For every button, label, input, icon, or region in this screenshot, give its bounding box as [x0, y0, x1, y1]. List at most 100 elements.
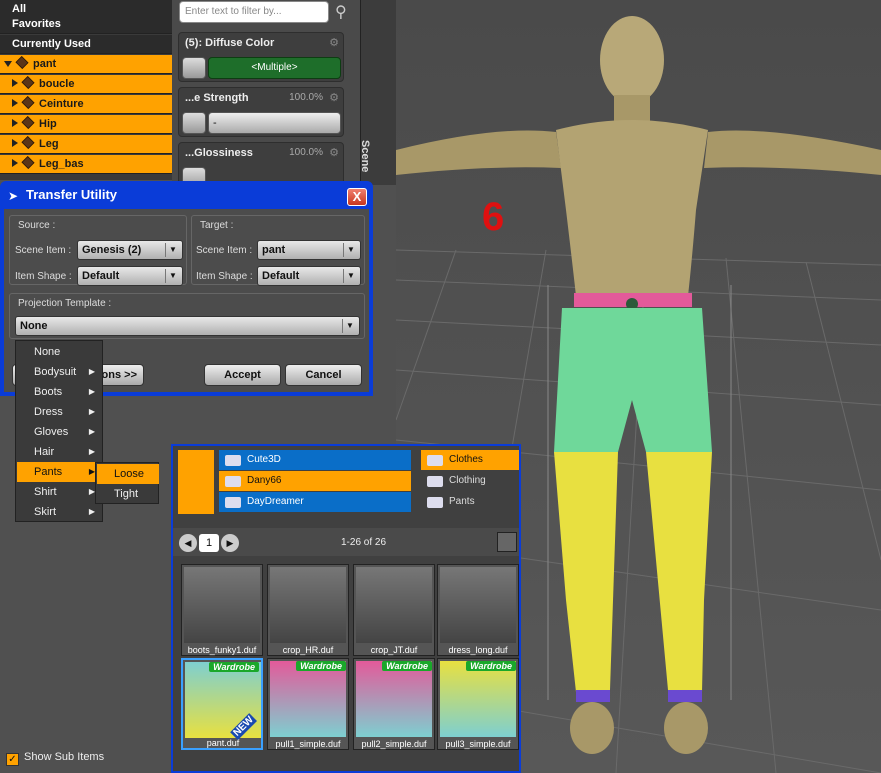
target-label: Target :	[200, 220, 234, 231]
folder-pants[interactable]: Pants	[421, 492, 519, 512]
folder-icon	[225, 455, 241, 466]
thumb-dress-long[interactable]: dress_long.duf	[437, 564, 519, 656]
map-button[interactable]	[182, 112, 206, 134]
accept-button[interactable]: Accept	[204, 364, 281, 386]
thumb-pull1-simple[interactable]: Wardrobe pull1_simple.duf	[267, 658, 349, 750]
expand-icon[interactable]	[12, 139, 18, 147]
expand-icon[interactable]	[4, 61, 12, 67]
source-label: Source :	[18, 220, 56, 231]
dialog-title: Transfer Utility	[26, 187, 118, 202]
bone-node-icon	[21, 135, 35, 150]
expand-icon[interactable]	[12, 99, 18, 107]
folder-icon	[225, 497, 241, 508]
folder-clothing[interactable]: Clothing	[421, 471, 519, 491]
source-item-shape-label: Item Shape :	[15, 271, 72, 282]
menu-item-pants[interactable]: Pants ▶	[17, 462, 103, 482]
pants-submenu: Loose Tight	[95, 462, 159, 504]
thumb-pull3-simple[interactable]: Wardrobe pull3_simple.duf	[437, 658, 519, 750]
annotation-number: 6	[482, 195, 505, 239]
bone-node-icon	[21, 95, 35, 110]
submenu-item-tight[interactable]: Tight	[97, 484, 159, 504]
menu-item-hair[interactable]: Hair ▶	[17, 442, 103, 462]
target-scene-item-select[interactable]: pant ▼	[257, 240, 361, 260]
page-range: 1-26 of 26	[341, 537, 387, 548]
scene-side-tab[interactable]: Scene	[359, 0, 396, 185]
filter-input[interactable]: Enter text to filter by...	[179, 1, 329, 23]
bone-node-icon	[21, 155, 35, 170]
tree-row-ceinture[interactable]: Ceinture	[0, 95, 172, 114]
tree-row-leg-bas[interactable]: Leg_bas	[0, 155, 172, 174]
folder-icon	[225, 476, 241, 487]
close-button[interactable]: X	[347, 188, 367, 206]
tree-row-hip[interactable]: Hip	[0, 115, 172, 134]
menu-item-boots[interactable]: Boots ▶	[17, 382, 103, 402]
submenu-arrow-icon: ▶	[88, 447, 95, 456]
property-strength: ...e Strength 100.0% ⚙ -	[178, 87, 344, 137]
tree-row-favorites[interactable]: Favorites	[0, 15, 172, 34]
content-library-panel: Cute3D Dany66 DayDreamer Clothes Clothin…	[171, 444, 521, 773]
target-item-shape-label: Item Shape :	[196, 271, 253, 282]
tree-row-boucle[interactable]: boucle	[0, 75, 172, 94]
expand-icon[interactable]	[12, 159, 18, 167]
folder-dany66[interactable]: Dany66	[219, 471, 411, 491]
menu-item-dress[interactable]: Dress ▶	[17, 402, 103, 422]
submenu-arrow-icon: ▶	[88, 367, 95, 376]
folder-clothes[interactable]: Clothes	[421, 450, 519, 470]
source-scene-item-label: Scene Item :	[15, 245, 72, 256]
figure-node-icon	[15, 55, 29, 70]
folder-icon	[427, 455, 443, 466]
color-swatch-button[interactable]	[182, 57, 206, 79]
folder-cute3d[interactable]: Cute3D	[219, 450, 411, 470]
strength-slider[interactable]: -	[208, 112, 341, 134]
checkbox-icon[interactable]: ✓	[6, 753, 19, 766]
tree-row-leg[interactable]: Leg	[0, 135, 172, 154]
source-item-shape-select[interactable]: Default ▼	[77, 266, 183, 286]
tree-row-currently-used[interactable]: Currently Used	[0, 35, 172, 54]
page-number-input[interactable]: 1	[199, 534, 219, 552]
submenu-arrow-icon: ▶	[88, 407, 95, 416]
gear-icon[interactable]: ⚙	[329, 146, 339, 159]
tree-row-pant[interactable]: pant	[0, 55, 172, 74]
submenu-arrow-icon: ▶	[88, 507, 95, 516]
thumb-boots-funky1[interactable]: boots_funky1.duf	[181, 564, 263, 656]
projection-template-select[interactable]: None ▼	[15, 316, 360, 336]
folder-column-left	[178, 450, 214, 514]
search-icon[interactable]: ⚲	[335, 2, 347, 22]
projection-label: Projection Template :	[18, 298, 112, 309]
gear-icon[interactable]: ⚙	[329, 36, 339, 49]
next-page-button[interactable]: ▶	[221, 534, 239, 552]
submenu-arrow-icon: ▶	[88, 387, 95, 396]
menu-item-bodysuit[interactable]: Bodysuit ▶	[17, 362, 103, 382]
bone-node-icon	[21, 75, 35, 90]
diffuse-color-value[interactable]: <Multiple>	[208, 57, 341, 79]
thumb-pull2-simple[interactable]: Wardrobe pull2_simple.duf	[353, 658, 435, 750]
bone-node-icon	[21, 115, 35, 130]
grid-view-icon[interactable]	[497, 532, 517, 552]
expand-icon[interactable]	[12, 119, 18, 127]
menu-item-shirt[interactable]: Shirt ▶	[17, 482, 103, 502]
left-panel-empty	[0, 525, 171, 773]
app-icon: ➤	[8, 189, 19, 203]
show-sub-items-checkbox[interactable]: ✓ Show Sub Items	[6, 751, 104, 766]
cancel-button[interactable]: Cancel	[285, 364, 362, 386]
thumb-crop-hr[interactable]: crop_HR.duf	[267, 564, 349, 656]
menu-item-gloves[interactable]: Gloves ▶	[17, 422, 103, 442]
target-item-shape-select[interactable]: Default ▼	[257, 266, 361, 286]
expand-icon[interactable]	[12, 79, 18, 87]
prev-page-button[interactable]: ◀	[179, 534, 197, 552]
folder-daydreamer[interactable]: DayDreamer	[219, 492, 411, 512]
thumb-pant[interactable]: Wardrobe NEW pant.duf	[181, 658, 263, 750]
gear-icon[interactable]: ⚙	[329, 91, 339, 104]
scene-tree-panel: All Favorites Currently Used pant boucle…	[0, 0, 172, 180]
thumb-crop-jt[interactable]: crop_JT.duf	[353, 564, 435, 656]
menu-item-none[interactable]: None	[17, 342, 103, 362]
target-scene-item-label: Scene Item :	[196, 245, 253, 256]
submenu-item-loose[interactable]: Loose	[97, 464, 159, 484]
projection-template-menu: None Bodysuit ▶ Boots ▶ Dress ▶ Gloves ▶ Hai…	[15, 340, 103, 522]
property-diffuse-color: (5): Diffuse Color ⚙ <Multiple>	[178, 32, 344, 82]
menu-item-skirt[interactable]: Skirt ▶	[17, 502, 103, 522]
source-scene-item-select[interactable]: Genesis (2) ▼	[77, 240, 183, 260]
folder-icon	[427, 476, 443, 487]
folder-icon	[427, 497, 443, 508]
submenu-arrow-icon: ▶	[88, 427, 95, 436]
